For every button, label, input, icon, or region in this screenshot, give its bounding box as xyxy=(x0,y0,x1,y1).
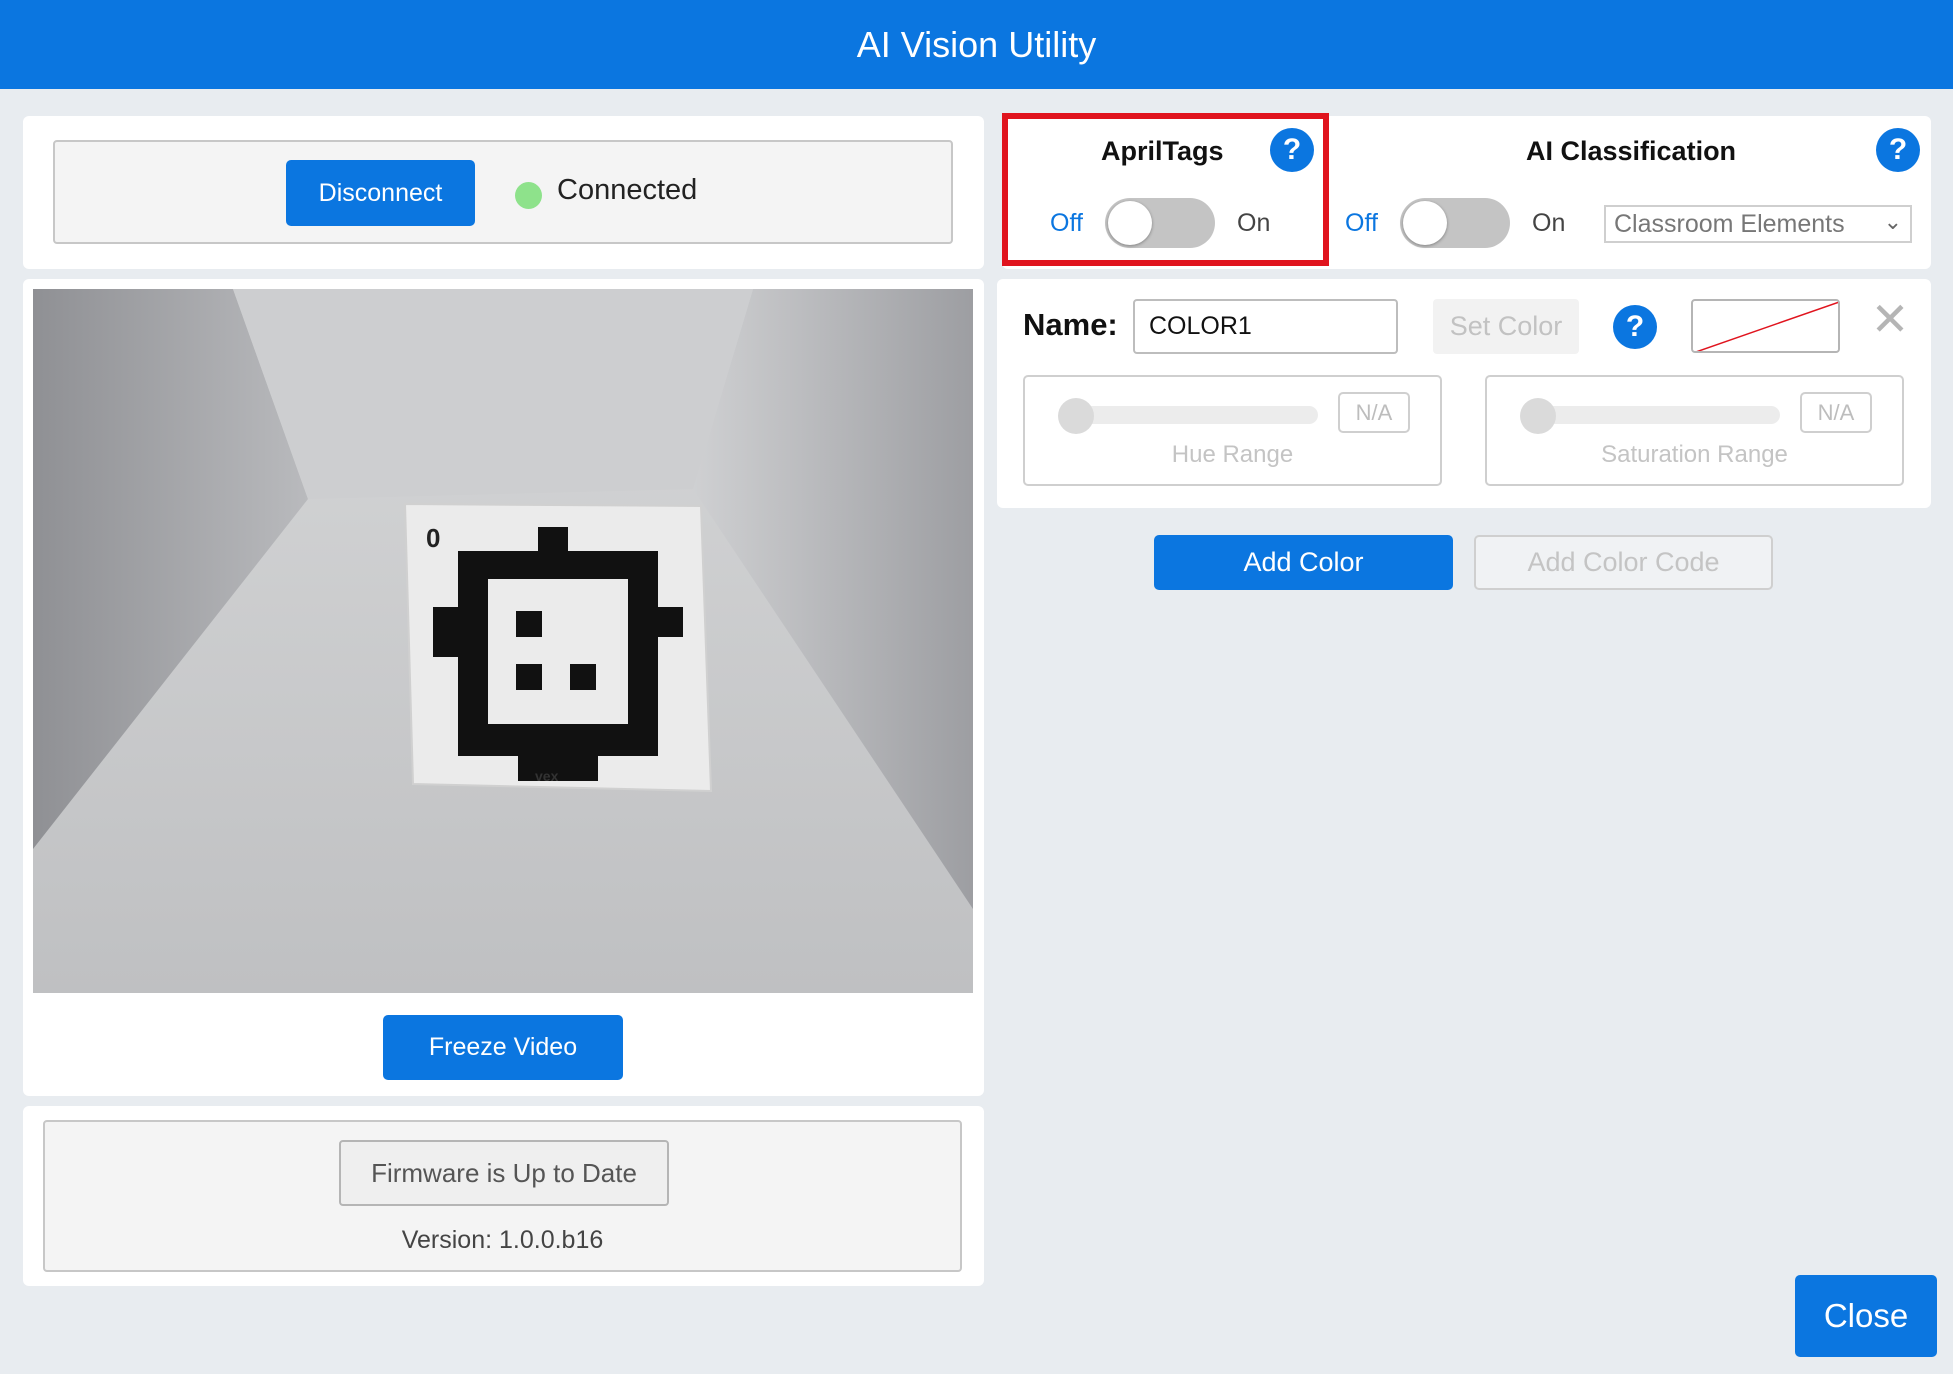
ai-classification-on-label: On xyxy=(1532,209,1566,237)
apriltags-highlight-box xyxy=(1002,113,1329,266)
ai-classification-off-label: Off xyxy=(1345,209,1378,237)
hue-slider-handle[interactable] xyxy=(1058,398,1094,434)
close-button[interactable]: Close xyxy=(1795,1275,1937,1357)
color-name-input[interactable] xyxy=(1133,299,1398,354)
video-panel: 0 vex Freeze Video xyxy=(23,279,984,1096)
classification-model-select[interactable]: Classroom Elements ⌄ xyxy=(1604,205,1912,243)
color-swatch xyxy=(1691,299,1840,353)
connection-panel: Disconnect Connected xyxy=(23,116,984,269)
toggle-knob xyxy=(1403,201,1447,245)
saturation-slider-handle[interactable] xyxy=(1520,398,1556,434)
ai-classification-help-icon[interactable]: ? xyxy=(1876,128,1920,172)
color-name-label: Name: xyxy=(1023,307,1118,342)
disconnect-button[interactable]: Disconnect xyxy=(286,160,475,226)
color-help-icon[interactable]: ? xyxy=(1613,305,1657,349)
hue-range-label: Hue Range xyxy=(1171,441,1294,468)
firmware-box: Firmware is Up to Date Version: 1.0.0.b1… xyxy=(43,1120,962,1272)
classification-model-value: Classroom Elements xyxy=(1614,209,1845,238)
camera-feed: 0 vex xyxy=(33,289,973,993)
firmware-version: Version: 1.0.0.b16 xyxy=(401,1226,604,1254)
connection-status: Connected xyxy=(557,174,698,206)
hue-range-box: N/A Hue Range xyxy=(1023,375,1442,486)
firmware-status-button[interactable]: Firmware is Up to Date xyxy=(339,1140,669,1206)
saturation-value: N/A xyxy=(1800,392,1872,433)
no-color-icon xyxy=(1696,301,1838,351)
camera-image: 0 vex xyxy=(33,289,973,993)
app-title: AI Vision Utility xyxy=(856,23,1097,65)
saturation-range-label: Saturation Range xyxy=(1601,441,1788,468)
saturation-range-box: N/A Saturation Range xyxy=(1485,375,1904,486)
ai-classification-toggle[interactable] xyxy=(1400,198,1510,248)
add-color-code-button[interactable]: Add Color Code xyxy=(1474,535,1773,590)
add-color-button[interactable]: Add Color xyxy=(1154,535,1453,590)
chevron-down-icon: ⌄ xyxy=(1883,209,1902,234)
close-icon[interactable]: ✕ xyxy=(1870,296,1910,342)
color-signature-panel: Name: Set Color ? ✕ N/A Hue Range N/A Sa… xyxy=(997,279,1931,508)
hue-value: N/A xyxy=(1338,392,1410,433)
title-bar: AI Vision Utility xyxy=(0,0,1953,89)
saturation-slider-track[interactable] xyxy=(1522,406,1780,424)
set-color-button[interactable]: Set Color xyxy=(1433,299,1579,354)
status-indicator-icon xyxy=(515,182,542,209)
firmware-panel: Firmware is Up to Date Version: 1.0.0.b1… xyxy=(23,1106,984,1286)
hue-slider-track[interactable] xyxy=(1060,406,1318,424)
ai-classification-title: AI Classification xyxy=(1526,136,1737,166)
freeze-video-button[interactable]: Freeze Video xyxy=(383,1015,623,1080)
connection-box: Disconnect Connected xyxy=(53,140,953,244)
tag-brand: vex xyxy=(535,768,559,784)
tag-number: 0 xyxy=(426,523,440,553)
